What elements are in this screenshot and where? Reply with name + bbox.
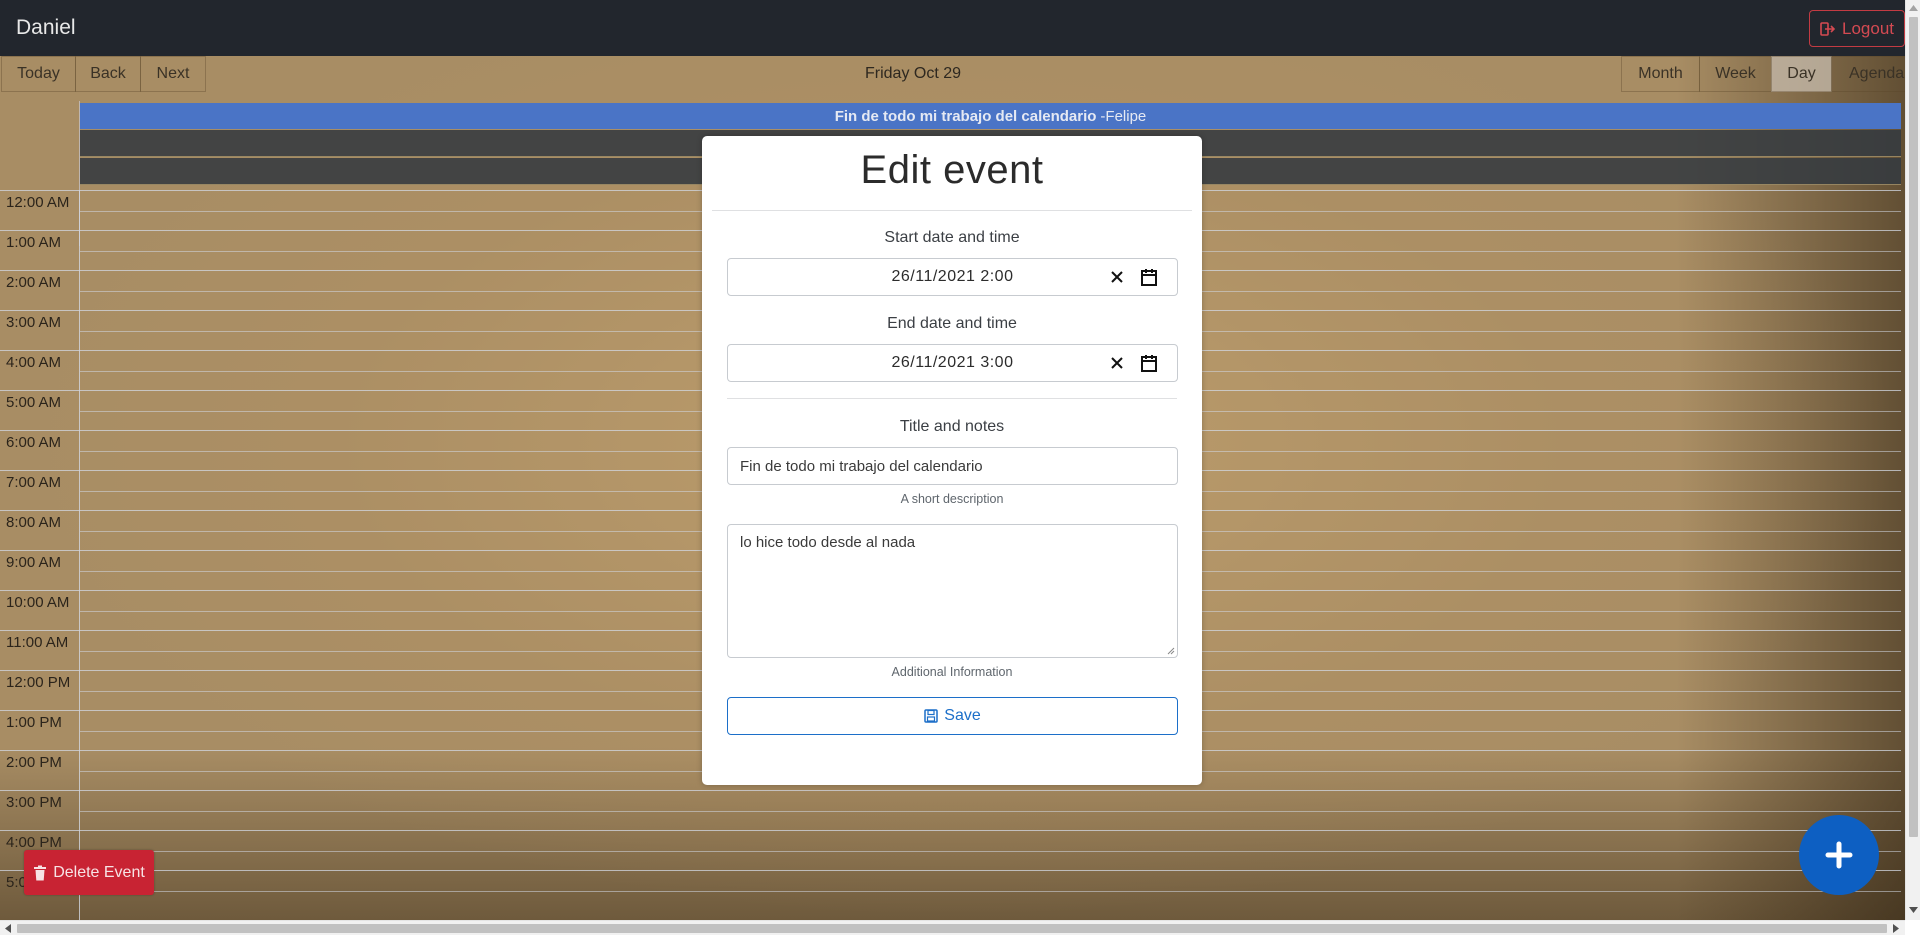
- delete-event-button[interactable]: Delete Event: [24, 850, 154, 895]
- logout-icon: [1820, 21, 1836, 36]
- scroll-up-arrow-icon[interactable]: [1909, 4, 1918, 12]
- notes-textarea[interactable]: lo hice todo desde al nada: [727, 524, 1178, 658]
- hour-label: 10:00 AM: [6, 594, 70, 611]
- hour-label: 12:00 PM: [6, 674, 71, 691]
- event-title: Fin de todo mi trabajo del calendario: [834, 107, 1097, 125]
- back-button[interactable]: Back: [75, 56, 141, 92]
- modal-divider: [712, 210, 1192, 211]
- view-agenda-button[interactable]: Agenda: [1831, 56, 1905, 92]
- hour-row[interactable]: 5:00 PM: [0, 870, 1901, 910]
- hour-label: 1:00 PM: [6, 714, 62, 731]
- top-navbar: Daniel Logout: [0, 0, 1905, 56]
- today-button[interactable]: Today: [1, 56, 76, 92]
- vertical-scrollbar[interactable]: [1905, 0, 1920, 920]
- logout-button[interactable]: Logout: [1809, 10, 1905, 47]
- view-week-button[interactable]: Week: [1699, 56, 1772, 92]
- vertical-scroll-thumb[interactable]: [1909, 17, 1918, 837]
- hour-label: 6:00 AM: [6, 434, 62, 451]
- calendar-toolbar: Friday Oct 29 Today Back Next Month Week…: [0, 56, 1905, 92]
- event-author: -Felipe: [1100, 107, 1147, 125]
- scroll-down-arrow-icon[interactable]: [1909, 906, 1918, 914]
- clear-icon[interactable]: [1107, 267, 1127, 287]
- hour-label: 3:00 PM: [6, 794, 62, 811]
- notes-value: lo hice todo desde al nada: [740, 534, 916, 551]
- resize-handle-icon[interactable]: [1165, 645, 1175, 655]
- title-hint: A short description: [900, 492, 1004, 506]
- scroll-right-arrow-icon[interactable]: [1892, 924, 1900, 933]
- trash-icon: [34, 865, 47, 880]
- calendar-icon[interactable]: [1139, 353, 1159, 373]
- hour-label: 4:00 AM: [6, 354, 62, 371]
- all-day-event[interactable]: Fin de todo mi trabajo del calendario -F…: [80, 103, 1901, 129]
- save-label: Save: [944, 707, 981, 724]
- title-input[interactable]: Fin de todo mi trabajo del calendario: [727, 447, 1178, 485]
- hour-row[interactable]: 3:00 PM: [0, 790, 1901, 830]
- clear-icon[interactable]: [1107, 353, 1127, 373]
- scroll-left-arrow-icon[interactable]: [4, 924, 12, 933]
- horizontal-scrollbar[interactable]: [0, 920, 1905, 935]
- hour-row[interactable]: 4:00 PM: [0, 830, 1901, 870]
- view-day-button[interactable]: Day: [1771, 56, 1832, 92]
- user-name: Daniel: [16, 16, 76, 39]
- view-month-button[interactable]: Month: [1621, 56, 1700, 92]
- current-date-label: Friday Oct 29: [864, 65, 962, 82]
- start-date-label: Start date and time: [884, 229, 1020, 246]
- logout-label: Logout: [1842, 18, 1894, 38]
- start-datetime-input[interactable]: 26/11/2021 2:00: [727, 258, 1178, 296]
- plus-icon: [1825, 841, 1853, 869]
- window-bottom-edge: [0, 935, 1920, 939]
- next-button[interactable]: Next: [140, 56, 206, 92]
- save-button[interactable]: Save: [727, 697, 1178, 735]
- hour-label: 8:00 AM: [6, 514, 62, 531]
- modal-title: Edit event: [860, 148, 1044, 192]
- hour-label: 4:00 PM: [6, 834, 62, 851]
- form-divider: [727, 398, 1177, 399]
- hour-label: 5:00 AM: [6, 394, 62, 411]
- hour-label: 12:00 AM: [6, 194, 70, 211]
- hour-label: 2:00 PM: [6, 754, 62, 771]
- horizontal-scroll-thumb[interactable]: [17, 924, 1887, 933]
- notes-hint: Additional Information: [891, 665, 1013, 679]
- calendar-icon[interactable]: [1139, 267, 1159, 287]
- delete-event-label: Delete Event: [53, 863, 145, 881]
- hour-label: 11:00 AM: [6, 634, 69, 651]
- title-notes-label: Title and notes: [899, 418, 1005, 435]
- hour-label: 9:00 AM: [6, 554, 62, 571]
- hour-label: 1:00 AM: [6, 234, 62, 251]
- save-icon: [924, 709, 939, 723]
- add-event-button[interactable]: [1799, 815, 1879, 895]
- end-date-label: End date and time: [887, 315, 1017, 332]
- end-datetime-input[interactable]: 26/11/2021 3:00: [727, 344, 1178, 382]
- hour-label: 7:00 AM: [6, 474, 62, 491]
- hour-label: 3:00 AM: [6, 314, 62, 331]
- edit-event-modal: Edit event Start date and time 26/11/202…: [702, 136, 1202, 785]
- hour-label: 2:00 AM: [6, 274, 62, 291]
